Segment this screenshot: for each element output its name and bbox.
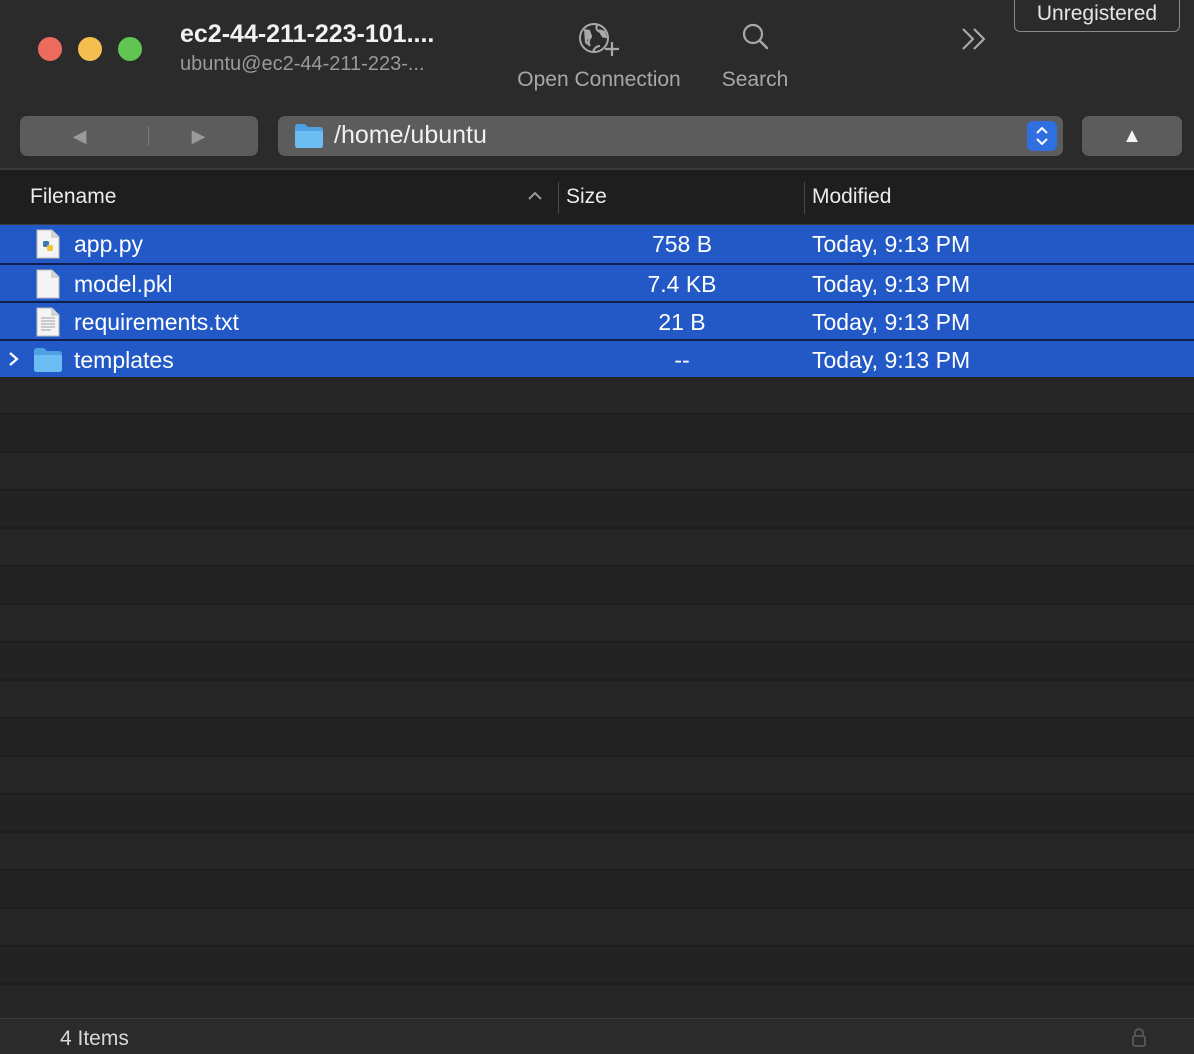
empty-row	[0, 757, 1194, 795]
folder-icon	[34, 348, 62, 372]
window-title: ec2-44-211-223-101....	[180, 20, 435, 48]
close-window-button[interactable]	[38, 37, 62, 61]
window-subtitle: ubuntu@ec2-44-211-223-...	[180, 53, 425, 75]
parent-directory-button[interactable]: ▲	[1082, 116, 1182, 156]
path-popup[interactable]: /home/ubuntu	[278, 116, 1063, 156]
back-forward-control: ◀ ▶	[20, 116, 258, 156]
file-modified: Today, 9:13 PM	[812, 271, 971, 297]
empty-row	[0, 795, 1194, 833]
blank-file-icon	[36, 269, 60, 299]
current-path: /home/ubuntu	[334, 121, 487, 149]
empty-row	[0, 605, 1194, 643]
file-name: requirements.txt	[74, 309, 239, 335]
minimize-window-button[interactable]	[78, 37, 102, 61]
folder-row[interactable]: templates -- Today, 9:13 PM	[0, 339, 1194, 377]
column-divider[interactable]	[558, 182, 559, 214]
status-bar: 4 Items	[0, 1018, 1194, 1054]
file-size: 21 B	[658, 309, 706, 335]
file-modified: Today, 9:13 PM	[812, 309, 971, 335]
empty-row	[0, 377, 1194, 415]
filename-column-header[interactable]: Filename	[30, 185, 116, 209]
text-file-icon	[36, 307, 60, 337]
empty-row	[0, 567, 1194, 605]
open-connection-button[interactable]: Open Connection	[504, 18, 694, 92]
empty-row	[0, 719, 1194, 757]
empty-row	[0, 415, 1194, 453]
file-size: 758 B	[651, 231, 713, 257]
empty-row	[0, 871, 1194, 909]
empty-row	[0, 947, 1194, 985]
lock-icon	[1132, 1028, 1146, 1047]
file-list: app.py 758 B Today, 9:13 PM model.pkl 7.…	[0, 225, 1194, 1018]
file-name: templates	[74, 347, 174, 373]
updown-chevron-icon[interactable]	[1027, 121, 1057, 151]
file-modified: Today, 9:13 PM	[812, 347, 971, 373]
file-size: --	[674, 347, 690, 373]
item-count: 4 Items	[60, 1027, 129, 1050]
modified-column-header[interactable]: Modified	[812, 185, 891, 209]
sort-ascending-chevron-icon	[528, 191, 542, 200]
file-row[interactable]: requirements.txt 21 B Today, 9:13 PM	[0, 301, 1194, 339]
search-button[interactable]: Search	[712, 18, 798, 92]
empty-row	[0, 833, 1194, 871]
chevron-right-icon[interactable]	[7, 350, 21, 368]
search-icon	[742, 23, 769, 50]
globe-plus-icon	[579, 23, 619, 56]
empty-row	[0, 453, 1194, 491]
forward-button[interactable]: ▶	[139, 116, 258, 156]
file-modified: Today, 9:13 PM	[812, 231, 971, 257]
empty-row	[0, 985, 1194, 1018]
size-column-header[interactable]: Size	[566, 185, 607, 209]
search-label: Search	[721, 68, 789, 91]
toolbar: ec2-44-211-223-101.... ubuntu@ec2-44-211…	[0, 0, 1194, 168]
file-name: app.py	[74, 231, 144, 257]
empty-row	[0, 529, 1194, 567]
empty-row	[0, 681, 1194, 719]
python-file-icon	[36, 229, 60, 259]
empty-row	[0, 643, 1194, 681]
column-header: Filename Size Modified	[0, 170, 1194, 225]
empty-row	[0, 491, 1194, 529]
toolbar-overflow-chevrons-icon[interactable]	[958, 24, 990, 54]
file-name: model.pkl	[74, 271, 173, 297]
zoom-window-button[interactable]	[118, 37, 142, 61]
column-divider[interactable]	[804, 182, 805, 214]
file-row[interactable]: app.py 758 B Today, 9:13 PM	[0, 225, 1194, 263]
file-row[interactable]: model.pkl 7.4 KB Today, 9:13 PM	[0, 263, 1194, 301]
back-button[interactable]: ◀	[20, 116, 139, 156]
empty-row	[0, 909, 1194, 947]
file-size: 7.4 KB	[647, 271, 717, 297]
unregistered-badge[interactable]: Unregistered	[1014, 0, 1180, 32]
folder-icon	[295, 124, 323, 148]
open-connection-label: Open Connection	[517, 68, 681, 91]
